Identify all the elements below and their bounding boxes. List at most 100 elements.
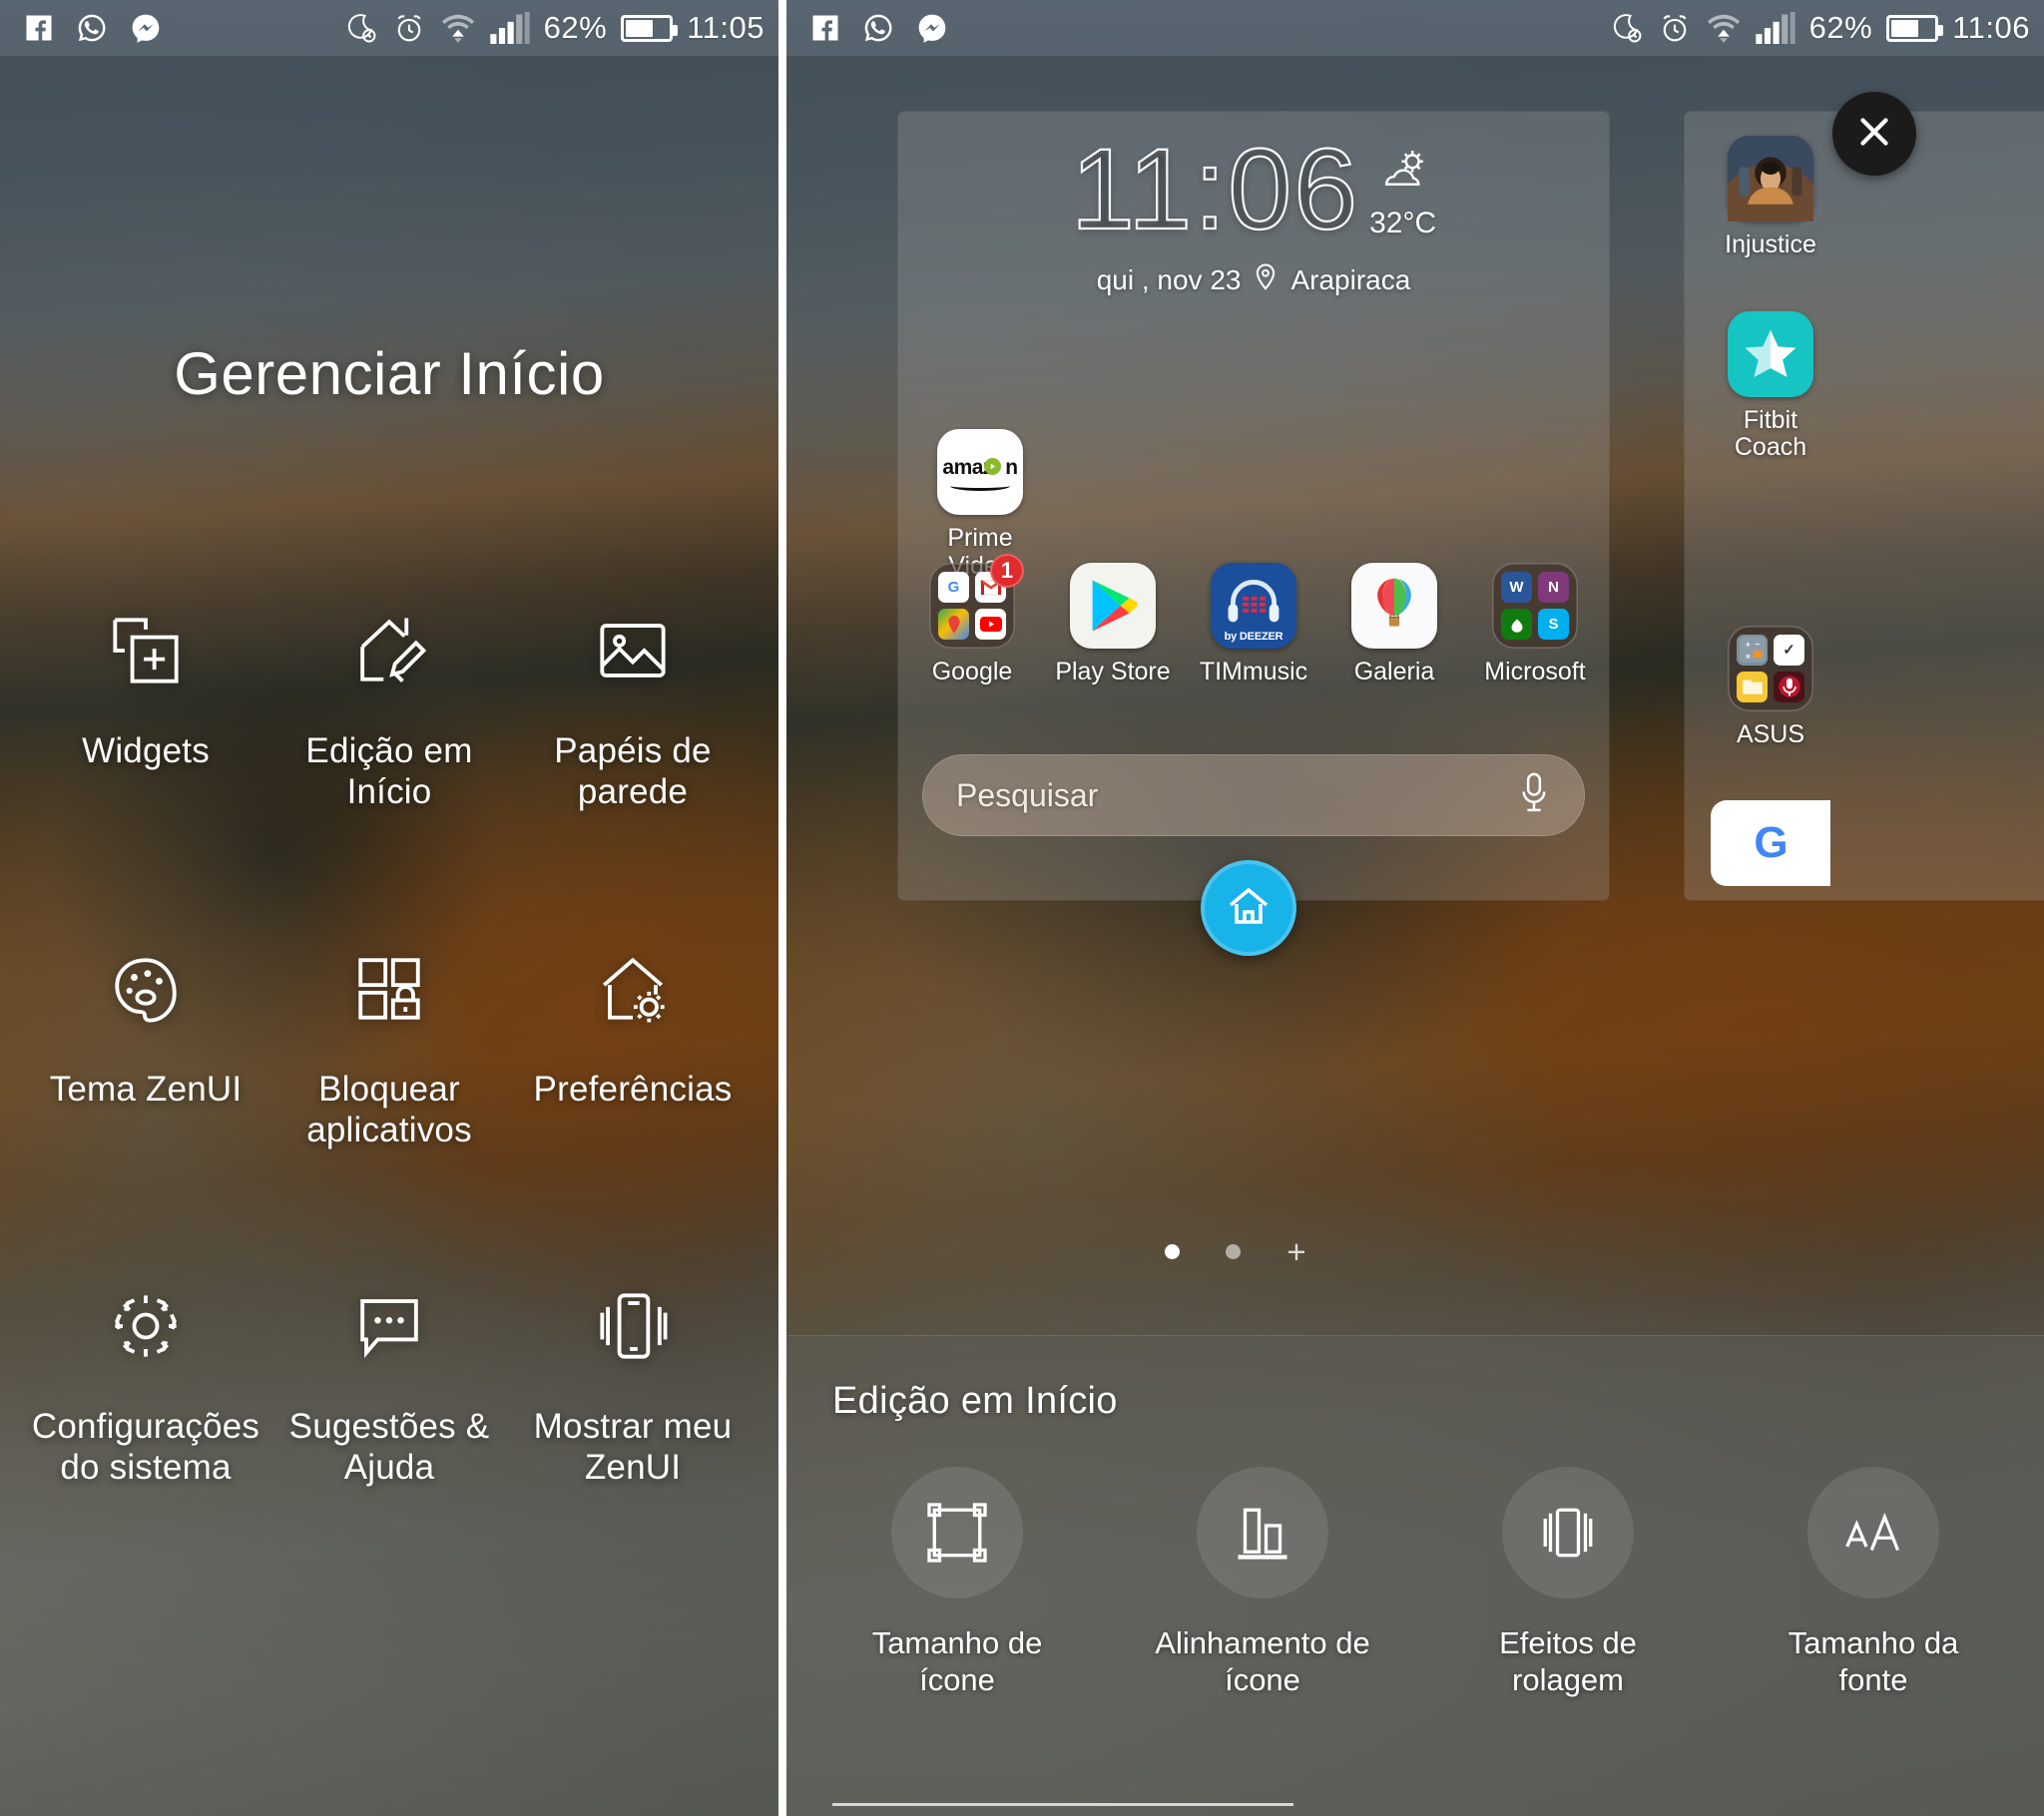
app-label: Microsoft xyxy=(1484,658,1586,685)
battery-percent-right: 62% xyxy=(1808,10,1873,45)
maps-icon xyxy=(938,609,969,640)
app-label: Fitbit Coach xyxy=(1734,405,1807,461)
palette-icon xyxy=(94,937,198,1041)
manage-home-screen-panel: 62% 11:05 Gerenciar Início Widgets Ediçã… xyxy=(0,0,778,1816)
search-placeholder: Pesquisar xyxy=(956,776,1099,813)
checklist-icon: ✓ xyxy=(1774,634,1804,666)
option-label: Tamanho da fonte xyxy=(1788,1625,1959,1698)
app-folder-microsoft[interactable]: W N S Microsoft xyxy=(1475,563,1595,686)
app-timmusic[interactable]: by DEEZER TIMmusic xyxy=(1194,563,1313,686)
page-dot-1[interactable] xyxy=(1165,1244,1181,1259)
menu-item-tema-zenui[interactable]: Tema ZenUI xyxy=(24,937,267,1151)
app-lock-icon xyxy=(337,937,441,1041)
align-bars-icon xyxy=(1197,1467,1328,1598)
app-prime-video[interactable]: amazon Prime Video xyxy=(920,429,1040,580)
menu-item-label: Edição em Início xyxy=(305,731,473,812)
svg-text:−: − xyxy=(1755,641,1760,650)
svg-text:+: + xyxy=(1745,641,1750,650)
option-tamanho-de-icone[interactable]: Tamanho de ícone xyxy=(839,1467,1075,1698)
menu-item-sugestoes-ajuda[interactable]: Sugestões & Ajuda xyxy=(267,1274,511,1489)
folder-icon: W N S xyxy=(1492,563,1578,649)
app-fitbit-coach[interactable]: Fitbit Coach xyxy=(1711,310,1830,462)
bottom-sheet: Edição em Início Tamanho de ícone Alinha… xyxy=(786,1335,2044,1816)
youtube-icon xyxy=(975,609,1006,640)
menu-item-configuracoes-do-sistema[interactable]: Configurações do sistema xyxy=(24,1274,267,1489)
home-page-card-next[interactable]: Injustice Fitbit Coach + − × ✓ ASUS G xyxy=(1685,112,2044,900)
alarm-icon xyxy=(1658,11,1692,45)
injustice-game-icon xyxy=(1728,136,1813,222)
home-gear-icon xyxy=(581,937,685,1041)
menu-item-mostrar-meu-zenui[interactable]: Mostrar meu ZenUI xyxy=(511,1274,755,1489)
add-page-button[interactable]: + xyxy=(1286,1235,1305,1268)
signal-icon xyxy=(1755,12,1795,44)
gallery-balloon-icon xyxy=(1351,563,1437,649)
menu-item-edicao-em-inicio[interactable]: Edição em Início xyxy=(267,599,511,813)
app-label: Play Store xyxy=(1055,658,1171,685)
google-icon: G xyxy=(938,572,969,603)
app-galeria[interactable]: Galeria xyxy=(1334,563,1454,686)
option-label: Tamanho de ícone xyxy=(871,1625,1043,1698)
home-app-row: 1 G Google Play Store by DEEZER TIMmusic… xyxy=(912,554,1595,686)
menu-item-papeis-de-parede[interactable]: Papéis de parede xyxy=(511,599,755,813)
widget-location: Arapiraca xyxy=(1290,264,1411,296)
option-efeitos-de-rolagem[interactable]: Efeitos de rolagem xyxy=(1450,1467,1686,1698)
chat-bubble-icon xyxy=(337,1274,441,1378)
clock-weather-widget[interactable]: 11:06 32°C qui , nov 23 Arapiraca xyxy=(898,132,1609,299)
app-folder-google[interactable]: 1 G Google xyxy=(912,554,1032,686)
app-label: Injustice xyxy=(1725,230,1816,258)
menu-item-label: Configurações do sistema xyxy=(31,1407,260,1488)
wallpaper-image-icon xyxy=(581,599,685,702)
play-store-icon xyxy=(1070,563,1156,649)
home-edit-mode-panel: 62% 11:06 11:06 32°C qui , nov 23 Arapir… xyxy=(786,0,2044,1816)
home-icon xyxy=(1225,882,1273,935)
page-title: Gerenciar Início xyxy=(174,340,605,407)
menu-item-label: Tema ZenUI xyxy=(49,1069,243,1109)
option-alinhamento-de-icone[interactable]: Alinhamento de ícone xyxy=(1145,1467,1380,1698)
page-indicator: + xyxy=(786,1235,1685,1268)
menu-item-widgets[interactable]: Widgets xyxy=(24,599,267,813)
xbox-icon xyxy=(1501,609,1532,640)
battery-icon xyxy=(1886,14,1944,42)
home-edit-pencil-icon xyxy=(337,599,441,702)
battery-icon xyxy=(621,14,679,42)
whatsapp-icon xyxy=(76,12,108,44)
gear-icon xyxy=(94,1274,198,1378)
menu-item-preferencias[interactable]: Preferências xyxy=(511,937,755,1151)
search-bar[interactable]: Pesquisar xyxy=(922,754,1585,836)
page-dot-2[interactable] xyxy=(1226,1244,1242,1259)
app-injustice[interactable]: Injustice xyxy=(1711,136,1830,259)
menu-item-label: Mostrar meu ZenUI xyxy=(533,1407,733,1488)
option-tamanho-da-fonte[interactable]: Tamanho da fonte xyxy=(1756,1467,1991,1698)
app-play-store[interactable]: Play Store xyxy=(1053,563,1173,686)
option-label: Efeitos de rolagem xyxy=(1499,1625,1637,1698)
app-label: Galeria xyxy=(1353,658,1435,685)
google-icon[interactable]: G xyxy=(1711,800,1830,886)
word-icon: W xyxy=(1501,572,1532,603)
timmusic-icon: by DEEZER xyxy=(1211,563,1296,649)
manage-home-grid: Widgets Edição em Início Papéis de pared… xyxy=(0,599,778,1489)
microphone-icon[interactable] xyxy=(1517,771,1551,820)
deezer-sublabel: by DEEZER xyxy=(1224,631,1283,643)
widgets-add-icon xyxy=(94,599,198,702)
home-page-card-current[interactable]: 11:06 32°C qui , nov 23 Arapiraca amaz n… xyxy=(898,112,1609,900)
amazon-prime-video-icon: amazon xyxy=(937,429,1023,515)
sheet-title: Edição em Início xyxy=(832,1380,1118,1422)
menu-item-label: Sugestões & Ajuda xyxy=(288,1407,490,1488)
sun-behind-cloud-icon xyxy=(1372,148,1434,205)
close-button[interactable] xyxy=(1832,92,1916,176)
menu-item-bloquear-aplicativos[interactable]: Bloquear aplicativos xyxy=(267,937,511,1151)
facebook-icon xyxy=(810,13,840,43)
messenger-icon xyxy=(130,12,162,44)
folder-icon: + − × ✓ xyxy=(1728,625,1813,711)
wifi-icon xyxy=(1706,11,1742,45)
font-size-icon xyxy=(1807,1467,1939,1598)
fitbit-star-icon xyxy=(1728,310,1813,397)
resize-frame-icon xyxy=(891,1467,1023,1598)
app-folder-asus[interactable]: + − × ✓ ASUS xyxy=(1711,625,1830,749)
calculator-icon: + − × xyxy=(1737,634,1768,666)
close-icon xyxy=(1851,109,1897,160)
app-label: ASUS xyxy=(1736,719,1805,748)
skype-icon: S xyxy=(1538,609,1569,640)
panel-divider xyxy=(778,0,786,1816)
home-button[interactable] xyxy=(1201,860,1296,956)
